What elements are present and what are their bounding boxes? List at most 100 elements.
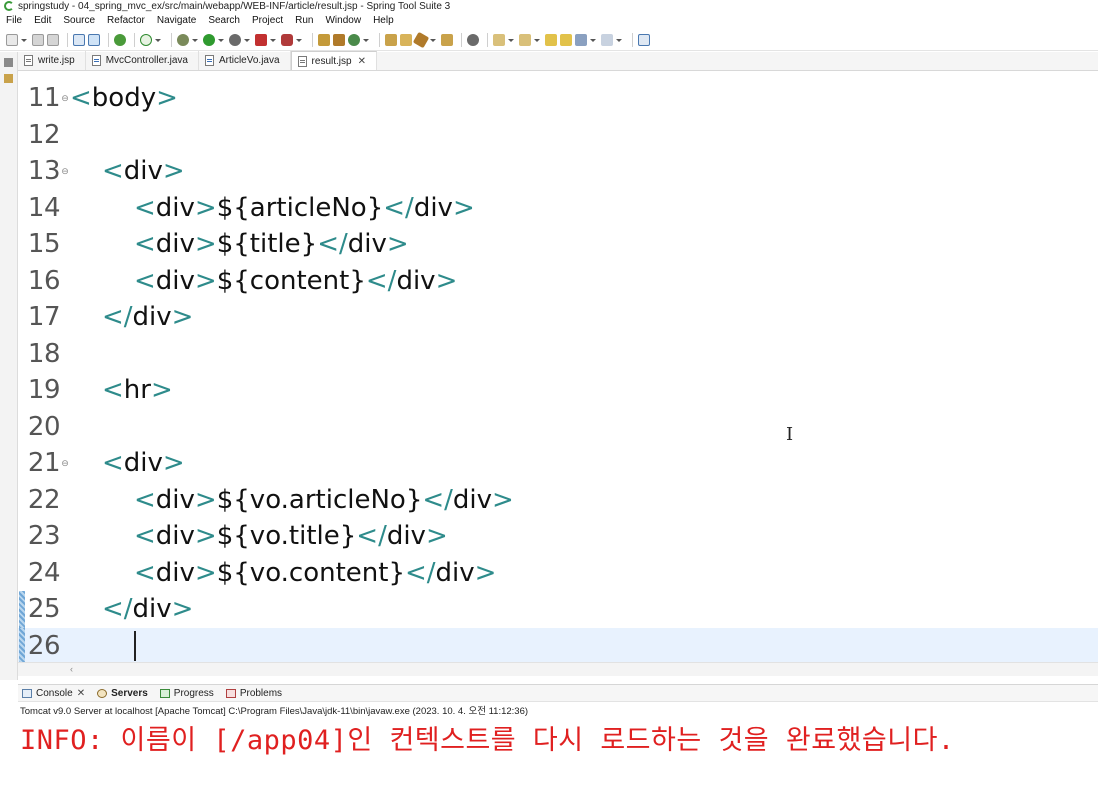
back-history-icon[interactable]	[560, 33, 572, 46]
fold-toggle-icon[interactable]: ⊖	[60, 458, 70, 469]
editor-line[interactable]: 25 </div>	[18, 591, 1098, 628]
editor-line[interactable]: 11 ⊖ <body>	[18, 80, 1098, 117]
editor-line[interactable]: 23 <div>${vo.title}</div>	[18, 518, 1098, 555]
next-annotation-icon[interactable]	[493, 33, 505, 46]
editor-line[interactable]: 21 ⊖ <div>	[18, 445, 1098, 482]
close-icon[interactable]: ✕	[77, 688, 85, 699]
toggle-mark-occurrences-icon[interactable]	[88, 33, 100, 46]
menu-help[interactable]: Help	[373, 15, 394, 26]
tab-problems[interactable]: Problems	[222, 688, 282, 699]
stop-icon[interactable]	[255, 33, 267, 46]
code-text[interactable]: <div>	[70, 156, 185, 186]
editor-line[interactable]: 12	[18, 117, 1098, 154]
code-text[interactable]: <div>${vo.content}</div>	[70, 558, 496, 588]
tab-progress[interactable]: Progress	[156, 688, 214, 699]
editor-line[interactable]: 17 </div>	[18, 299, 1098, 336]
refresh-dropdown-icon[interactable]	[155, 34, 161, 46]
globe-icon[interactable]	[467, 33, 479, 46]
new-dropdown-icon[interactable]	[21, 34, 27, 46]
next-annotation-dropdown-icon[interactable]	[508, 34, 514, 46]
external-tools-icon[interactable]	[229, 33, 241, 46]
progress-icon	[159, 688, 170, 698]
menu-navigate[interactable]: Navigate	[157, 15, 196, 26]
code-text[interactable]: <div>${articleNo}</div>	[70, 193, 475, 223]
back-icon[interactable]	[575, 33, 587, 46]
editor-current-line[interactable]: 26	[18, 627, 1098, 662]
deploy-icon[interactable]	[281, 33, 293, 46]
menu-edit[interactable]: Edit	[34, 15, 51, 26]
debug-icon[interactable]	[177, 33, 189, 46]
spring-boot-icon[interactable]	[114, 33, 126, 46]
open-task-icon[interactable]	[441, 33, 453, 46]
tab-servers[interactable]: Servers	[93, 688, 148, 699]
editor-horizontal-scrollbar[interactable]: ‹	[18, 662, 1098, 676]
code-text[interactable]: <div>${vo.articleNo}</div>	[70, 485, 514, 515]
tab-result-jsp[interactable]: result.jsp ✕	[290, 51, 377, 70]
search-dropdown-icon[interactable]	[430, 34, 436, 46]
jsp-file-icon	[297, 55, 307, 67]
menu-file[interactable]: File	[6, 15, 22, 26]
new-icon[interactable]	[6, 33, 18, 46]
menu-project[interactable]: Project	[252, 15, 283, 26]
window-title: springstudy - 04_spring_mvc_ex/src/main/…	[18, 0, 451, 12]
editor-line[interactable]: 22 <div>${vo.articleNo}</div>	[18, 482, 1098, 519]
code-text[interactable]: <div>${vo.title}</div>	[70, 521, 448, 551]
terminal-icon[interactable]	[73, 33, 85, 46]
tab-write-jsp[interactable]: write.jsp	[18, 51, 86, 70]
new-package-icon[interactable]	[318, 33, 330, 46]
code-editor[interactable]: 11 ⊖ <body> 12 13 ⊖ <div> 14 <div>${articleNo}</…	[18, 72, 1098, 662]
menu-window[interactable]: Window	[325, 15, 361, 26]
forward-icon[interactable]	[601, 33, 613, 46]
code-text[interactable]: <div>	[70, 448, 185, 478]
previous-annotation-icon[interactable]	[519, 33, 531, 46]
code-text[interactable]: </div>	[70, 302, 193, 332]
tab-console[interactable]: Console ✕	[18, 688, 85, 699]
menu-run[interactable]: Run	[295, 15, 313, 26]
new-spring-dropdown-icon[interactable]	[363, 34, 369, 46]
code-tag-bracket: </	[356, 521, 387, 552]
console-output-line[interactable]: INFO: 이름이 [/app04]인 컨텍스트를 다시 로드하는 것을 완료했…	[20, 718, 1098, 758]
fold-toggle-icon[interactable]: ⊖	[60, 166, 70, 177]
tab-articlevo-java[interactable]: ArticleVo.java	[199, 51, 291, 70]
save-icon[interactable]	[32, 33, 44, 46]
new-class-icon[interactable]	[333, 33, 345, 46]
open-type-icon[interactable]	[385, 33, 397, 46]
code-text[interactable]: </div>	[70, 594, 193, 624]
run-dropdown-icon[interactable]	[218, 34, 224, 46]
forward-dropdown-icon[interactable]	[616, 34, 622, 46]
open-resource-icon[interactable]	[400, 33, 412, 46]
code-text[interactable]: <div>${title}</div>	[70, 229, 409, 259]
external-tools-dropdown-icon[interactable]	[244, 34, 250, 46]
last-edit-location-icon[interactable]	[545, 33, 557, 46]
editor-line[interactable]: 14 <div>${articleNo}</div>	[18, 190, 1098, 227]
editor-line[interactable]: 16 <div>${content}</div>	[18, 263, 1098, 300]
close-icon[interactable]: ✕	[358, 56, 366, 67]
refresh-icon[interactable]	[140, 33, 152, 46]
code-text[interactable]: <hr>	[70, 375, 173, 405]
previous-annotation-dropdown-icon[interactable]	[534, 34, 540, 46]
code-text[interactable]: <div>${content}</div>	[70, 266, 457, 296]
tab-mvccontroller-java[interactable]: MvcController.java	[86, 51, 199, 70]
open-perspective-icon[interactable]	[638, 33, 650, 46]
new-spring-icon[interactable]	[348, 33, 360, 46]
outline-icon[interactable]	[4, 74, 13, 83]
editor-line[interactable]: 18	[18, 336, 1098, 373]
editor-line[interactable]: 19 <hr>	[18, 372, 1098, 409]
menu-source[interactable]: Source	[63, 15, 95, 26]
save-all-icon[interactable]	[47, 33, 59, 46]
editor-line[interactable]: 13 ⊖ <div>	[18, 153, 1098, 190]
search-icon[interactable]	[412, 31, 430, 48]
menu-search[interactable]: Search	[208, 15, 240, 26]
menu-refactor[interactable]: Refactor	[107, 15, 145, 26]
debug-dropdown-icon[interactable]	[192, 34, 198, 46]
editor-line[interactable]: 20	[18, 409, 1098, 446]
package-explorer-icon[interactable]	[4, 58, 13, 67]
fold-toggle-icon[interactable]: ⊖	[60, 93, 70, 104]
editor-line[interactable]: 24 <div>${vo.content}</div>	[18, 555, 1098, 592]
run-icon[interactable]	[203, 33, 215, 46]
back-dropdown-icon[interactable]	[590, 34, 596, 46]
stop-dropdown-icon[interactable]	[270, 34, 276, 46]
editor-line[interactable]: 15 <div>${title}</div>	[18, 226, 1098, 263]
deploy-dropdown-icon[interactable]	[296, 34, 302, 46]
code-text[interactable]: <body>	[70, 83, 178, 113]
